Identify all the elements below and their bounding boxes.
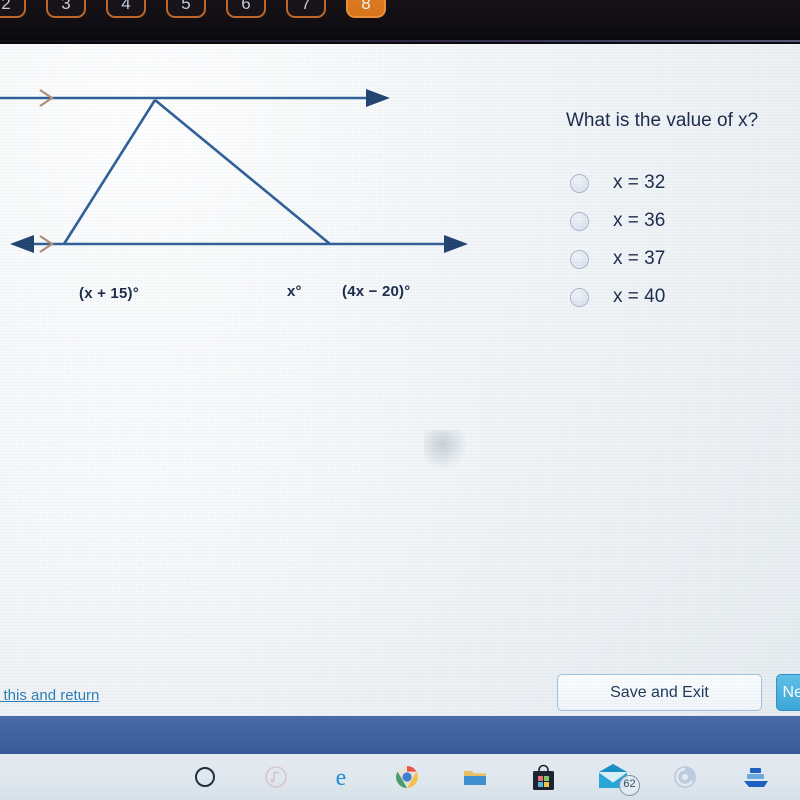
photographed-screen: 2 3 4 5 6 7 8 (x + 15)° x° (4x − 20)° Wh… [0,0,800,800]
angle-label-interior: x° [287,283,302,300]
angle-label-left: (x + 15)° [79,285,139,302]
answer-choice[interactable]: x = 40 [570,278,665,316]
answer-choice-label: x = 37 [613,248,666,269]
triangle-right-side [154,98,331,246]
radio-button[interactable] [570,287,589,307]
question-number-button[interactable]: 4 [106,0,146,18]
question-number-button[interactable]: 2 [0,0,26,18]
mark-this-and-return-link[interactable]: Mark this and return [0,687,99,704]
window-chrome-band [0,716,800,754]
question-number-button[interactable]: 3 [46,0,86,18]
answer-choice-list: x = 32 x = 36 x = 37 x = 40 [570,164,665,316]
next-button[interactable]: Next [776,674,800,711]
geometry-diagram: (x + 15)° x° (4x − 20)° [0,62,500,302]
cortana-search-icon[interactable] [188,760,222,794]
windows-taskbar: e 62 [0,754,800,800]
radio-button[interactable] [570,249,589,269]
microsoft-store-icon[interactable] [526,760,560,794]
angle-label-exterior: (4x − 20)° [342,283,411,300]
question-prompt: What is the value of x? [566,110,759,131]
browser-icon[interactable] [668,760,702,794]
question-number-button[interactable]: 6 [226,0,266,18]
answer-choice-label: x = 36 [613,210,666,231]
triangle-left-side [62,99,157,245]
radio-button[interactable] [570,173,589,193]
geometry-diagram-svg [0,89,468,253]
answer-choice[interactable]: x = 32 [570,164,665,202]
answer-choice[interactable]: x = 37 [570,240,665,278]
top-line-arrowhead [366,89,390,107]
svg-text:e: e [336,765,347,791]
chrome-icon[interactable] [390,760,424,794]
bottom-line-right-arrowhead [444,235,468,253]
answer-choice-label: x = 40 [613,286,666,307]
question-number-button[interactable]: 5 [166,0,206,18]
music-app-icon[interactable] [259,760,293,794]
screen-smudge [424,430,470,472]
question-number-row: 2 3 4 5 6 7 8 [0,0,386,18]
quiz-page: (x + 15)° x° (4x − 20)° What is the valu… [0,44,800,794]
mail-icon[interactable]: 62 [597,760,640,796]
question-number-button-current[interactable]: 8 [346,0,386,18]
question-nav-bar: 2 3 4 5 6 7 8 [0,0,800,44]
bottom-line-left-arrowhead [10,235,34,253]
file-explorer-icon[interactable] [458,760,492,794]
answer-choice[interactable]: x = 36 [570,202,665,240]
edge-legacy-icon[interactable]: e [324,760,358,794]
ship-app-icon[interactable] [739,760,773,794]
question-number-button[interactable]: 7 [286,0,326,18]
save-and-exit-button[interactable]: Save and Exit [557,674,762,711]
bezel-hairline [0,40,800,42]
answer-choice-label: x = 32 [613,172,666,193]
mail-unread-badge: 62 [619,775,640,796]
radio-button[interactable] [570,211,589,231]
